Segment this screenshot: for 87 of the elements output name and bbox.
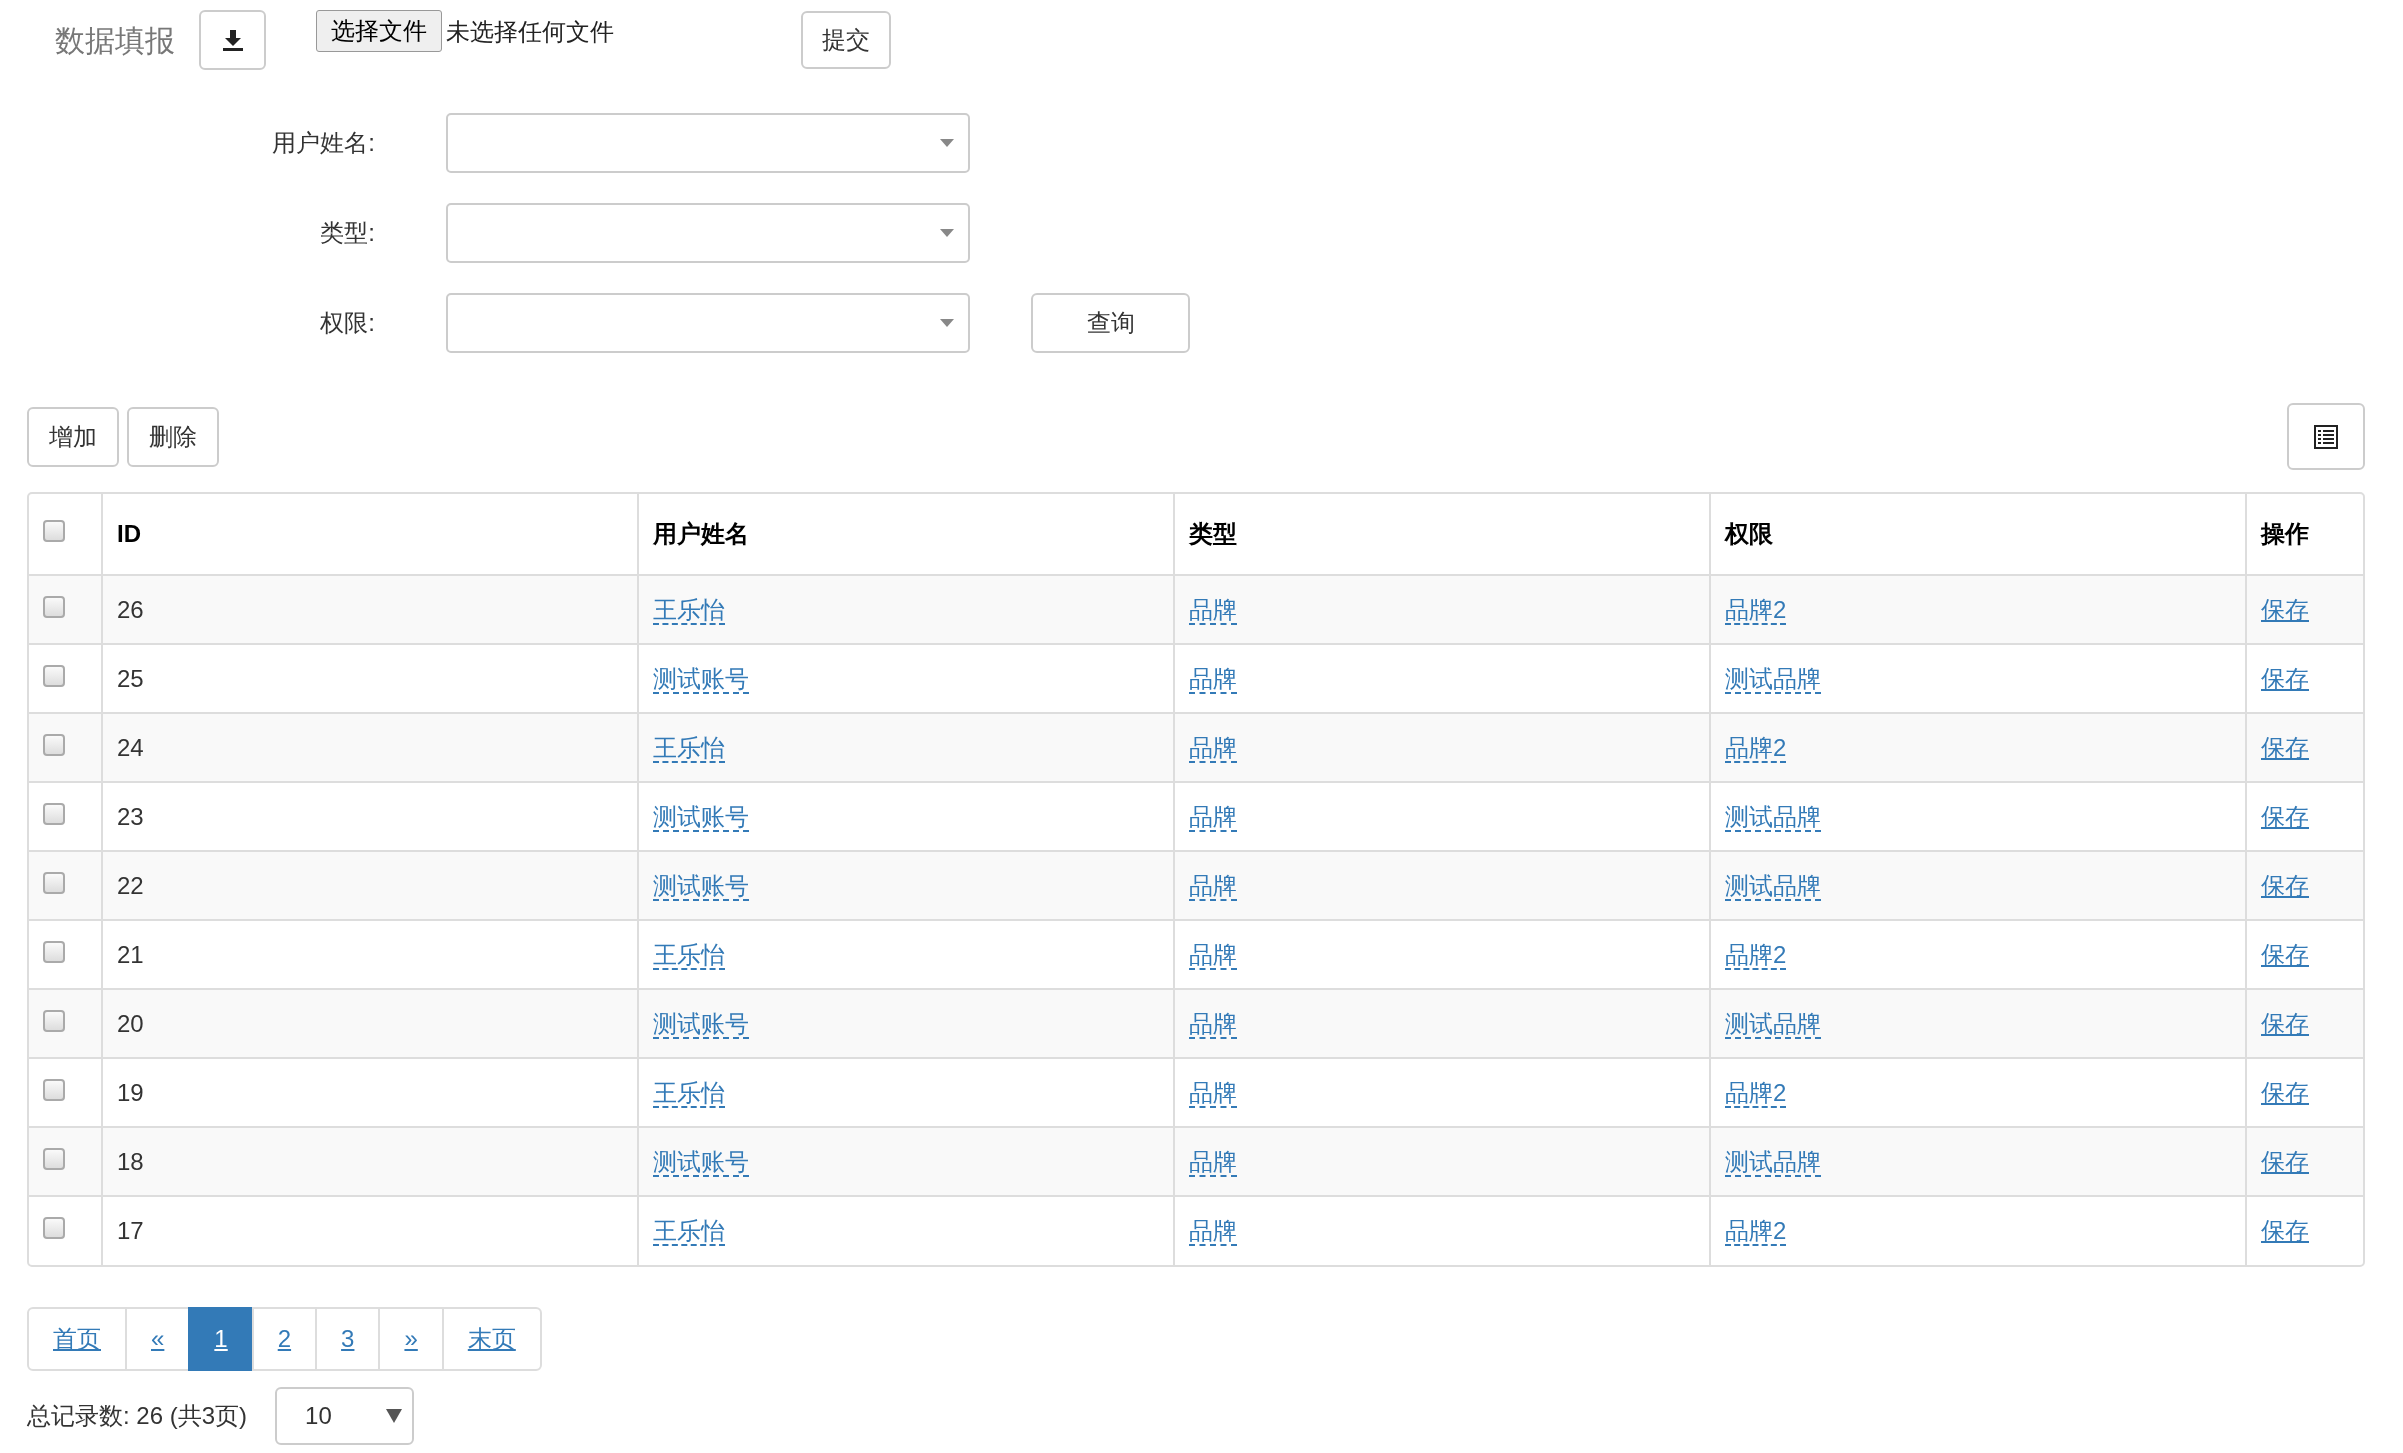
editable-link[interactable]: 品牌 [1189,733,1237,763]
save-link[interactable]: 保存 [2261,1147,2309,1175]
caret-icon [940,319,954,327]
editable-link[interactable]: 品牌 [1189,595,1237,625]
editable-link[interactable]: 王乐怡 [653,940,725,970]
table-cell: 26 [102,575,638,644]
caret-icon [386,1409,403,1423]
checkbox[interactable] [43,1147,65,1170]
editable-link[interactable]: 品牌 [1189,664,1237,694]
editable-link[interactable]: 品牌2 [1725,1078,1787,1108]
editable-link[interactable]: 测试品牌 [1725,1147,1821,1177]
submit-button[interactable]: 提交 [801,11,891,69]
editable-link[interactable]: 品牌 [1189,1147,1237,1177]
editable-link[interactable]: 品牌2 [1725,595,1787,625]
editable-link[interactable]: 测试品牌 [1725,1009,1821,1039]
save-link[interactable]: 保存 [2261,733,2309,761]
editable-link[interactable]: 测试品牌 [1725,871,1821,901]
page-link[interactable]: 末页 [441,1307,542,1371]
editable-link[interactable]: 品牌2 [1725,940,1787,970]
record-summary: 总记录数: 26 (共3页) [27,1401,248,1431]
select-field[interactable] [446,203,970,263]
editable-link[interactable]: 品牌2 [1725,1217,1787,1246]
checkbox[interactable] [43,520,65,542]
page-link[interactable]: 2 [251,1307,318,1371]
filter-label: 类型: [319,218,375,248]
editable-link[interactable]: 品牌 [1189,802,1237,832]
file-status: 未选择任何文件 [446,17,615,47]
editable-link[interactable]: 品牌2 [1725,733,1787,763]
editable-link[interactable]: 测试账号 [653,1147,749,1177]
save-link[interactable]: 保存 [2261,595,2309,623]
page-link[interactable]: 1 [188,1307,254,1371]
query-button[interactable]: 查询 [1031,293,1190,353]
checkbox[interactable] [43,595,65,618]
filter-label: 用户姓名: [271,128,375,158]
choose-file-button[interactable]: 选择文件 [316,10,442,52]
editable-link[interactable]: 测试账号 [653,664,749,694]
download-button[interactable] [199,10,266,70]
select-field[interactable] [446,293,970,353]
save-link[interactable]: 保存 [2261,802,2309,830]
caret-icon [940,139,954,147]
table-cell: 17 [102,1196,638,1265]
checkbox[interactable] [43,802,65,825]
checkbox[interactable] [43,871,65,894]
table-cell: 22 [102,851,638,920]
checkbox[interactable] [43,733,65,756]
select-field[interactable] [446,113,970,173]
checkbox[interactable] [43,664,65,687]
caret-icon [940,229,954,237]
download-icon [221,29,244,51]
page-link[interactable]: « [125,1307,191,1371]
page-link[interactable]: 首页 [27,1307,127,1371]
save-link[interactable]: 保存 [2261,1078,2309,1106]
filter-label: 权限: [319,308,375,338]
page-size-select[interactable]: 10 [275,1387,415,1445]
page-link[interactable]: 3 [315,1307,381,1371]
page-title: 数据填报 [55,22,175,59]
editable-link[interactable]: 测试账号 [653,1009,749,1039]
editable-link[interactable]: 王乐怡 [653,733,725,763]
save-link[interactable]: 保存 [2261,664,2309,692]
table-cell: 24 [102,713,638,782]
editable-link[interactable]: 测试账号 [653,802,749,832]
checkbox[interactable] [43,1217,65,1239]
page-link[interactable]: » [378,1307,444,1371]
save-link[interactable]: 保存 [2261,940,2309,968]
save-link[interactable]: 保存 [2261,1009,2309,1037]
checkbox[interactable] [43,1009,65,1032]
editable-link[interactable]: 品牌 [1189,1009,1237,1039]
save-link[interactable]: 保存 [2261,1217,2309,1244]
editable-link[interactable]: 王乐怡 [653,1078,725,1108]
save-link[interactable]: 保存 [2261,871,2309,899]
editable-link[interactable]: 王乐怡 [653,595,725,625]
delete-button[interactable]: 删除 [127,406,219,467]
editable-link[interactable]: 测试品牌 [1725,802,1821,832]
editable-link[interactable]: 品牌 [1189,1217,1237,1246]
table-cell: 18 [102,1127,638,1196]
table-cell: 20 [102,989,638,1058]
add-button[interactable]: 增加 [27,406,119,467]
checkbox[interactable] [43,1078,65,1101]
checkbox[interactable] [43,940,65,963]
editable-link[interactable]: 品牌 [1189,940,1237,970]
editable-link[interactable]: 测试品牌 [1725,664,1821,694]
editable-link[interactable]: 品牌 [1189,871,1237,901]
editable-link[interactable]: 王乐怡 [653,1217,725,1246]
editable-link[interactable]: 测试账号 [653,871,749,901]
editable-link[interactable]: 品牌 [1189,1078,1237,1108]
list-icon [2314,424,2338,449]
columns-button[interactable] [2287,403,2365,470]
